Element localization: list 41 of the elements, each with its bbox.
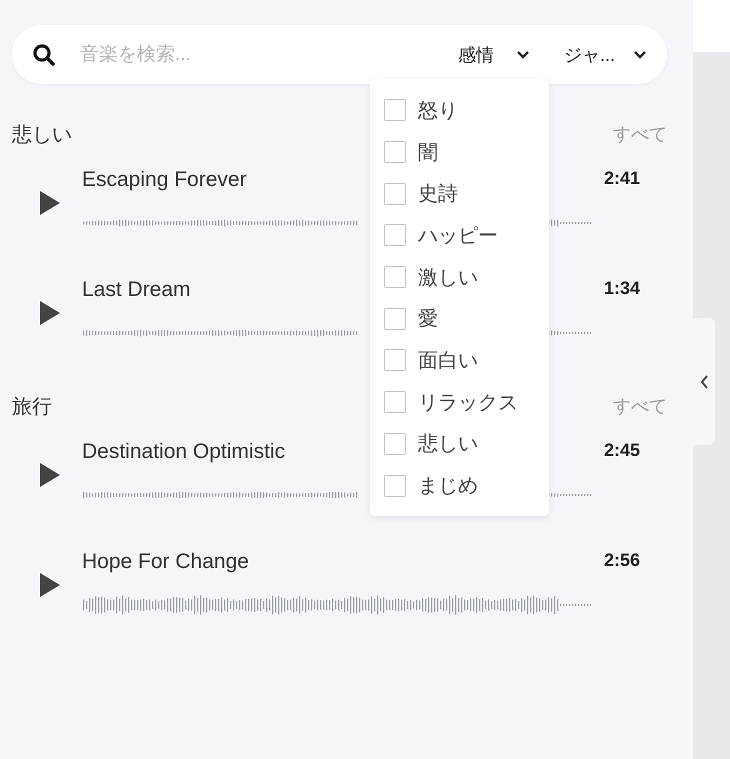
checkbox[interactable]: [384, 432, 406, 455]
checkbox[interactable]: [384, 141, 406, 164]
menu-option[interactable]: 悲しい: [384, 423, 549, 465]
menu-option[interactable]: 面白い: [384, 340, 549, 382]
chevron-left-icon: [700, 374, 708, 388]
menu-option[interactable]: リラックス: [384, 381, 549, 423]
checkbox[interactable]: [384, 391, 406, 414]
menu-option[interactable]: ハッピー: [384, 214, 549, 256]
checkbox[interactable]: [384, 182, 406, 205]
menu-option[interactable]: 愛: [384, 298, 549, 340]
menu-option[interactable]: まじめ: [384, 464, 549, 506]
checkbox[interactable]: [384, 266, 406, 288]
search-icon: [32, 42, 56, 66]
track-duration: 2:41: [604, 168, 640, 189]
section-title: 悲しい: [12, 122, 72, 148]
checkbox[interactable]: [384, 349, 406, 372]
checkbox[interactable]: [384, 99, 406, 122]
filter-dropdown[interactable]: 感情: [452, 38, 536, 70]
track-duration: 1:34: [604, 278, 640, 299]
menu-option[interactable]: 怒り: [384, 90, 549, 132]
section-title: 旅行: [12, 394, 52, 420]
track-title: Last Dream: [82, 278, 191, 302]
checkbox[interactable]: [384, 224, 406, 246]
play-icon[interactable]: [40, 463, 60, 487]
play-icon[interactable]: [40, 191, 60, 215]
track-duration: 2:56: [604, 550, 640, 571]
play-icon[interactable]: [40, 301, 60, 325]
chevron-down-icon: [516, 50, 530, 60]
menu-option[interactable]: 史詩: [384, 172, 549, 215]
track-duration: 2:45: [604, 440, 640, 461]
track-title: Hope For Change: [82, 550, 249, 574]
track-title: Destination Optimistic: [82, 440, 286, 464]
filter-dropdown[interactable]: ジャ...: [558, 38, 653, 70]
search-field[interactable]: 音楽を検索...: [78, 42, 430, 66]
menu-option[interactable]: 激しい: [384, 256, 549, 298]
menu-option[interactable]: 闇: [384, 131, 549, 173]
checkbox[interactable]: [384, 474, 406, 497]
chevron-down-icon: [633, 50, 647, 60]
play-icon[interactable]: [40, 573, 60, 597]
checkbox[interactable]: [384, 308, 406, 330]
track-title: Escaping Forever: [82, 168, 247, 192]
